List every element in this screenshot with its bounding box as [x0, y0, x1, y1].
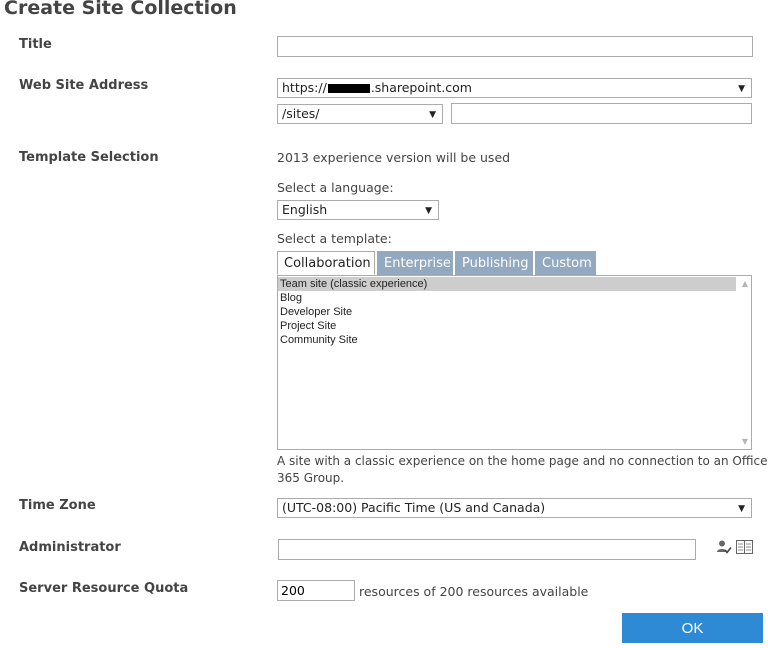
template-label: Select a template: — [277, 231, 392, 246]
page-title: Create Site Collection — [4, 0, 237, 19]
quota-input[interactable] — [277, 580, 355, 601]
template-description-line2: 365 Group. — [277, 471, 345, 485]
tab-custom[interactable]: Custom — [535, 251, 596, 275]
time-zone-label: Time Zone — [19, 498, 96, 513]
template-item-blog[interactable]: Blog — [278, 291, 736, 305]
redaction-mark — [327, 84, 370, 93]
template-item-developer-site[interactable]: Developer Site — [278, 305, 736, 319]
template-listbox[interactable]: Team site (classic experience) Blog Deve… — [277, 275, 752, 450]
tab-enterprise[interactable]: Enterprise — [377, 251, 453, 275]
server-resource-quota-label: Server Resource Quota — [19, 581, 189, 596]
language-select[interactable]: English ▼ — [277, 200, 439, 220]
template-item-project-site[interactable]: Project Site — [278, 319, 736, 333]
site-url-input[interactable] — [451, 103, 752, 124]
domain-select[interactable]: https:// .sharepoint.com ▼ — [277, 78, 752, 98]
path-prefix: /sites/ — [282, 106, 320, 121]
domain-suffix: .sharepoint.com — [370, 80, 472, 95]
person-check-icon[interactable] — [716, 539, 732, 555]
tab-publishing[interactable]: Publishing — [455, 251, 533, 275]
address-book-icon[interactable] — [736, 540, 753, 554]
web-site-address-label: Web Site Address — [19, 78, 149, 93]
title-label: Title — [19, 37, 52, 52]
administrator-label: Administrator — [19, 540, 121, 555]
template-item-team-site[interactable]: Team site (classic experience) — [278, 277, 736, 291]
domain-prefix: https:// — [282, 80, 327, 95]
tab-collaboration[interactable]: Collaboration — [277, 251, 375, 275]
scroll-down-icon[interactable]: ▼ — [742, 437, 748, 446]
listbox-scrollbar[interactable]: ▲ ▼ — [736, 276, 751, 449]
quota-available-text: resources of 200 resources available — [359, 584, 589, 599]
time-zone-value: (UTC-08:00) Pacific Time (US and Canada) — [282, 500, 546, 515]
experience-version-note: 2013 experience version will be used — [277, 150, 511, 165]
template-item-community-site[interactable]: Community Site — [278, 333, 736, 347]
template-selection-label: Template Selection — [19, 150, 159, 165]
chevron-down-icon: ▼ — [738, 504, 745, 514]
ok-button[interactable]: OK — [622, 613, 763, 643]
chevron-down-icon: ▼ — [738, 84, 745, 94]
administrator-input[interactable] — [278, 539, 696, 560]
title-input[interactable] — [277, 36, 753, 57]
path-select[interactable]: /sites/ ▼ — [277, 104, 443, 124]
chevron-down-icon: ▼ — [425, 206, 432, 216]
chevron-down-icon: ▼ — [429, 110, 436, 120]
scroll-up-icon[interactable]: ▲ — [742, 279, 748, 288]
language-label: Select a language: — [277, 180, 394, 195]
language-value: English — [282, 202, 328, 217]
time-zone-select[interactable]: (UTC-08:00) Pacific Time (US and Canada)… — [277, 498, 752, 518]
template-description-line1: A site with a classic experience on the … — [277, 454, 768, 468]
